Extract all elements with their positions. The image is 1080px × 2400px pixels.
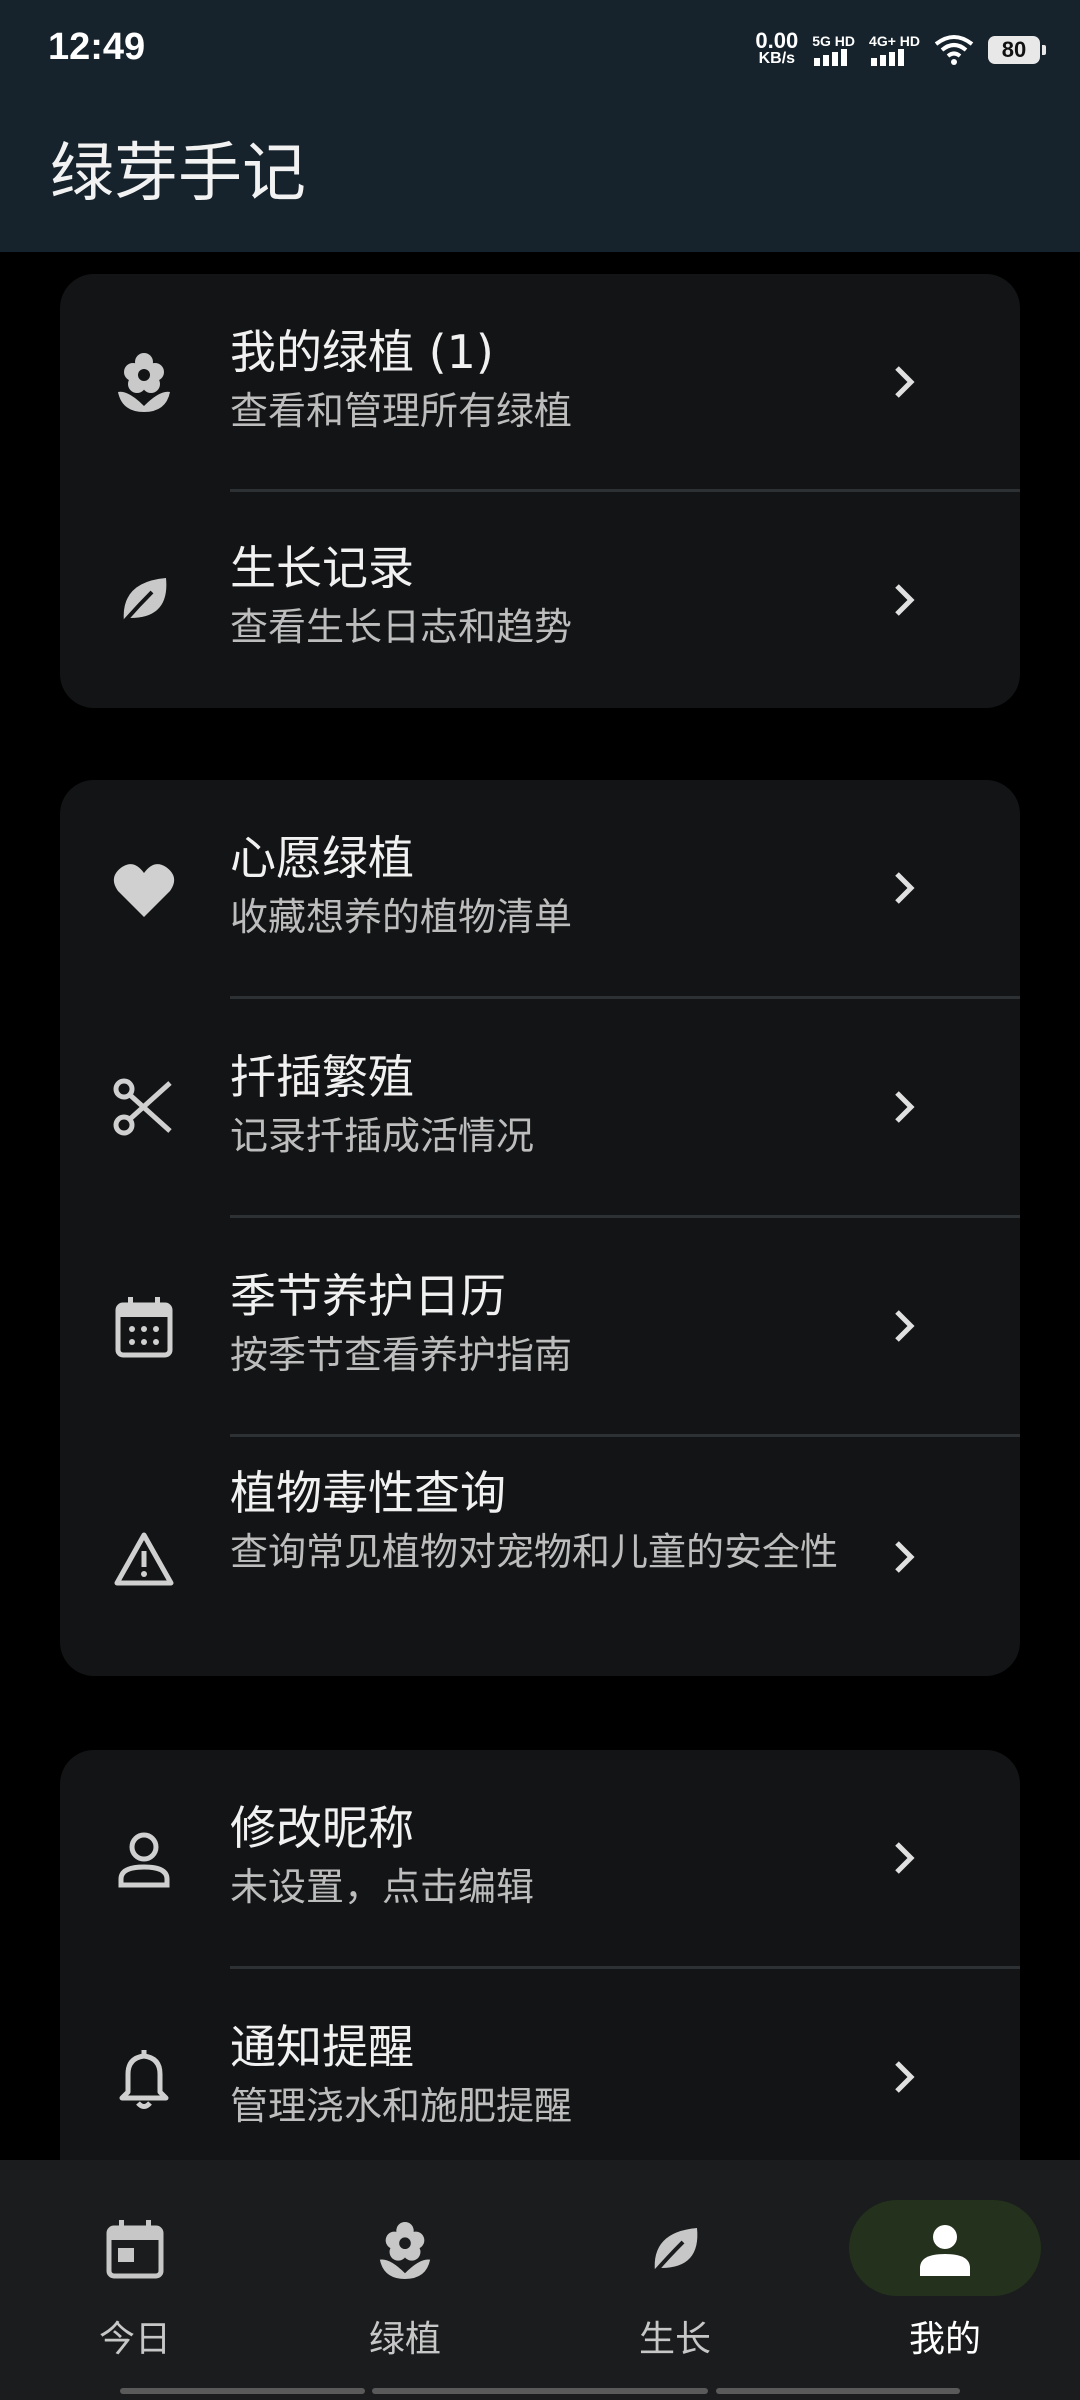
net-speed-unit: KB/s — [758, 50, 796, 67]
nav-label: 绿植 — [368, 2319, 441, 2360]
row-subtitle: 查看生长日志和趋势 — [230, 605, 573, 649]
signal-sim2: 4G+ HD — [869, 34, 920, 66]
chevron-right-icon — [895, 584, 915, 616]
bottom-nav: 今日 绿植 生长 我的 — [0, 2160, 1080, 2400]
chevron-right-icon — [895, 1541, 915, 1573]
status-time: 12:49 — [48, 26, 146, 68]
net-speed: 0.00 KB/s — [755, 28, 799, 68]
row-title: 心愿绿植 — [230, 831, 414, 885]
row-subtitle: 管理浇水和施肥提醒 — [230, 2084, 573, 2128]
scissors-icon — [112, 1075, 176, 1139]
gesture-bar — [372, 2388, 708, 2394]
chevron-right-icon — [895, 1091, 915, 1123]
chevron-right-icon — [895, 872, 915, 904]
row-wishlist[interactable]: 心愿绿植 收藏想养的植物清单 — [60, 780, 1020, 996]
flower-icon — [112, 350, 176, 414]
nav-mine[interactable]: 我的 — [810, 2160, 1080, 2400]
row-seasonal-calendar[interactable]: 季节养护日历 按季节查看养护指南 — [60, 1218, 1020, 1434]
row-title: 扦插繁殖 — [230, 1050, 414, 1104]
card-tools: 心愿绿植 收藏想养的植物清单 扦插繁殖 记录扦插成活情况 季节养护日历 按季节查… — [60, 780, 1020, 1676]
row-growth-records[interactable]: 生长记录 查看生长日志和趋势 — [60, 492, 1020, 708]
row-title: 季节养护日历 — [230, 1269, 506, 1323]
row-title: 修改昵称 — [230, 1801, 414, 1855]
row-subtitle: 查看和管理所有绿植 — [230, 389, 573, 433]
signal-sim1: 5G HD — [812, 34, 855, 66]
row-subtitle: 收藏想养的植物清单 — [230, 895, 573, 939]
row-subtitle: 按季节查看养护指南 — [230, 1333, 573, 1377]
row-subtitle: 查询常见植物对宠物和儿童的安全性 — [230, 1530, 839, 1574]
heart-icon — [112, 858, 176, 922]
chevron-right-icon — [895, 366, 915, 398]
flower-icon — [373, 2218, 437, 2282]
battery-icon: 80 — [988, 36, 1046, 64]
sim1-label: 5G HD — [812, 33, 856, 49]
gesture-bar — [716, 2388, 960, 2394]
chevron-right-icon — [895, 1842, 915, 1874]
nav-label: 我的 — [908, 2319, 981, 2360]
page-title: 绿芽手记 — [50, 137, 306, 211]
card-plants: 我的绿植 (1) 查看和管理所有绿植 生长记录 查看生长日志和趋势 — [60, 274, 1020, 708]
person-icon — [913, 2218, 977, 2282]
row-notifications[interactable]: 通知提醒 管理浇水和施肥提醒 — [60, 1969, 1020, 2185]
signal-bars-icon — [871, 49, 905, 66]
row-subtitle: 记录扦插成活情况 — [230, 1114, 535, 1158]
row-cutting-propagation[interactable]: 扦插繁殖 记录扦插成活情况 — [60, 999, 1020, 1215]
calendar-icon — [112, 1296, 176, 1360]
nav-today[interactable]: 今日 — [0, 2160, 270, 2400]
row-title: 我的绿植 (1) — [230, 325, 494, 379]
screen: 12:49 0.00 KB/s 5G HD 4G+ HD 80 绿芽手记 我的绿… — [0, 0, 1080, 2400]
card-settings: 修改昵称 未设置，点击编辑 通知提醒 管理浇水和施肥提醒 — [60, 1750, 1020, 2230]
gesture-bar — [120, 2388, 365, 2394]
chevron-right-icon — [895, 1310, 915, 1342]
leaf-icon — [643, 2218, 707, 2282]
row-title: 通知提醒 — [230, 2020, 414, 2074]
person-icon — [112, 1828, 176, 1892]
row-title: 植物毒性查询 — [230, 1466, 506, 1520]
app-header: 12:49 0.00 KB/s 5G HD 4G+ HD 80 绿芽手记 — [0, 0, 1080, 252]
signal-bars-icon — [814, 49, 848, 66]
nav-label: 生长 — [638, 2319, 711, 2360]
bell-icon — [112, 2047, 176, 2111]
nav-label: 今日 — [98, 2319, 171, 2360]
wifi-icon — [934, 35, 974, 65]
row-title: 生长记录 — [230, 541, 414, 595]
nav-growth[interactable]: 生长 — [540, 2160, 810, 2400]
row-toxicity-lookup[interactable]: 植物毒性查询 查询常见植物对宠物和儿童的安全性 — [60, 1437, 1020, 1676]
row-my-plants[interactable]: 我的绿植 (1) 查看和管理所有绿植 — [60, 274, 1020, 491]
nav-plants[interactable]: 绿植 — [270, 2160, 540, 2400]
battery-level: 80 — [1001, 37, 1027, 62]
chevron-right-icon — [895, 2061, 915, 2093]
row-edit-nickname[interactable]: 修改昵称 未设置，点击编辑 — [60, 1750, 1020, 1966]
calendar-today-icon — [103, 2218, 167, 2282]
status-icons: 0.00 KB/s 5G HD 4G+ HD 80 — [755, 28, 1046, 72]
leaf-icon — [112, 568, 176, 632]
row-subtitle: 未设置，点击编辑 — [230, 1865, 535, 1909]
sim2-label: 4G+ HD — [869, 33, 920, 49]
warning-icon — [112, 1527, 176, 1591]
net-speed-value: 0.00 — [755, 28, 799, 53]
